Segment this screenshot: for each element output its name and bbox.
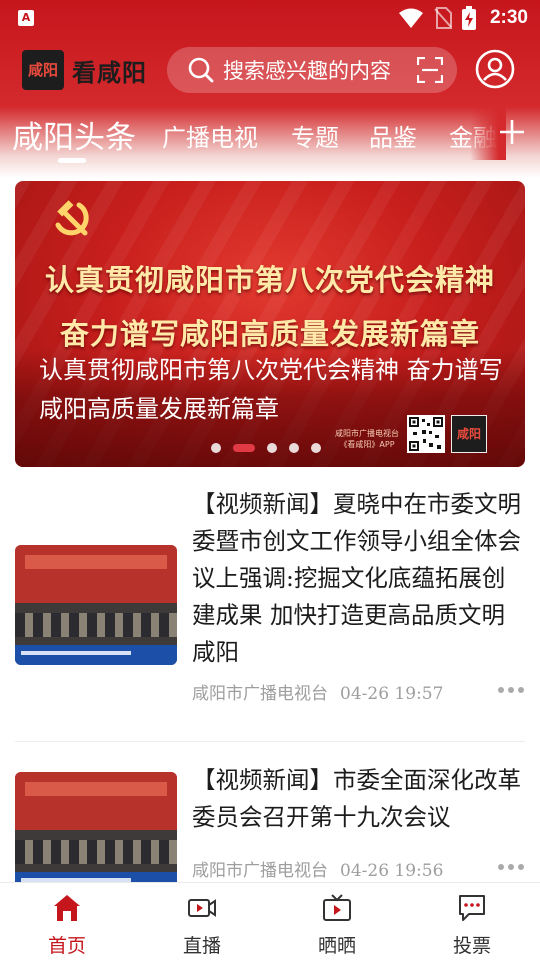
user-icon[interactable] (474, 48, 516, 90)
carousel-dot[interactable] (267, 443, 277, 453)
bottom-navigation: 首页 直播 晒晒 投票 (0, 882, 540, 960)
plus-icon[interactable] (498, 118, 526, 146)
nav-vote-label: 投票 (452, 935, 491, 957)
news-title[interactable]: 【视频新闻】夏晓中在市委文明委暨市创文工作领导小组全体会议上强调:挖掘文化底蕴拓… (192, 486, 522, 671)
news-source: 咸阳市广播电视台 (192, 861, 328, 881)
news-time: 04-26 19:56 (340, 861, 444, 881)
qr-code-icon (407, 415, 445, 453)
nav-home[interactable]: 首页 (22, 883, 112, 960)
carousel-dot[interactable] (311, 443, 321, 453)
nav-share[interactable]: 晒晒 (292, 883, 382, 960)
hammer-sickle-icon (55, 200, 89, 236)
status-indicators: 2:30 (398, 6, 528, 30)
wifi-icon (398, 8, 423, 28)
search-placeholder[interactable]: 搜索感兴趣的内容 (223, 55, 417, 85)
thumbnail-meeting-table (15, 602, 177, 646)
video-camera-icon (188, 899, 216, 917)
app-logo-seal: 咸阳 (22, 50, 64, 90)
nav-live[interactable]: 直播 (157, 883, 247, 960)
featured-banner[interactable]: 认真贯彻咸阳市第八次党代会精神 奋力谱写咸阳高质量发展新篇章 认真贯彻咸阳市第八… (15, 181, 525, 467)
tab-special-topics[interactable]: 专题 (291, 118, 339, 153)
search-bar[interactable]: 搜索感兴趣的内容 (167, 47, 457, 93)
thumbnail-meeting-table (15, 829, 177, 873)
nav-share-label: 晒晒 (317, 935, 356, 957)
news-meta: 咸阳市广播电视台 04-26 19:56 (192, 856, 443, 881)
banner-logo-seal: 咸阳 (451, 415, 487, 453)
banner-headline-line1: 认真贯彻咸阳市第八次党代会精神 (44, 263, 495, 297)
chat-bubble-icon (459, 895, 485, 921)
news-thumbnail (15, 545, 177, 665)
top-bar: 咸阳 看咸阳 搜索感兴趣的内容 (0, 44, 540, 96)
nav-home-label: 首页 (47, 935, 86, 957)
home-icon (54, 895, 80, 921)
more-options-icon[interactable] (496, 862, 526, 872)
banner-source-line1: 咸阳市广播电视台 (335, 429, 399, 438)
news-source: 咸阳市广播电视台 (192, 684, 328, 704)
tab-xianyang-headlines[interactable]: 咸阳头条 (12, 112, 136, 157)
nav-live-label: 直播 (182, 935, 221, 957)
battery-charging-icon (461, 6, 476, 30)
list-divider (15, 741, 525, 742)
thumbnail-backdrop (15, 545, 177, 603)
search-icon (188, 57, 214, 83)
tab-appreciation[interactable]: 品鉴 (369, 118, 417, 153)
news-meta: 咸阳市广播电视台 04-26 19:57 (192, 679, 443, 704)
tv-icon (323, 894, 351, 921)
news-thumbnail (15, 772, 177, 892)
carousel-indicator (211, 443, 321, 453)
thumbnail-backdrop (15, 772, 177, 830)
banner-source: 咸阳市广播电视台 《看咸阳》APP (321, 428, 413, 450)
active-tab-indicator (58, 158, 86, 163)
status-time: 2:30 (489, 7, 528, 28)
news-time: 04-26 19:57 (340, 684, 444, 704)
banner-source-line2: 《看咸阳》APP (339, 440, 395, 449)
thumbnail-ticker (15, 644, 177, 665)
scan-icon[interactable] (417, 57, 443, 83)
carousel-dot-active[interactable] (233, 444, 255, 452)
nav-vote[interactable]: 投票 (427, 883, 517, 960)
no-sim-icon (434, 7, 452, 29)
app-header: A 2:30 咸阳 看咸阳 搜索感兴趣的内容 咸阳头条 广播电视 专题 品鉴 (0, 0, 540, 178)
app-logo-text: 看咸阳 (72, 58, 147, 87)
channel-tabs: 咸阳头条 广播电视 专题 品鉴 金融 (0, 108, 540, 164)
more-options-icon[interactable] (496, 685, 526, 695)
carousel-dot[interactable] (289, 443, 299, 453)
tab-broadcast-tv[interactable]: 广播电视 (162, 118, 258, 153)
carousel-dot[interactable] (211, 443, 221, 453)
status-bar: A 2:30 (0, 0, 540, 36)
banner-headline-line2: 奋力谱写咸阳高质量发展新篇章 (59, 317, 480, 351)
news-title[interactable]: 【视频新闻】市委全面深化改革委员会召开第十九次会议 (192, 762, 522, 836)
app-notification-icon: A (18, 10, 34, 26)
